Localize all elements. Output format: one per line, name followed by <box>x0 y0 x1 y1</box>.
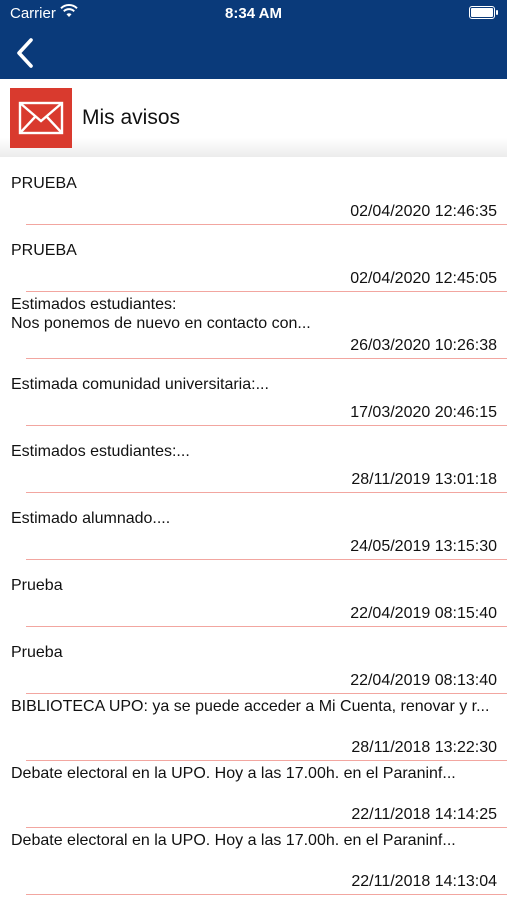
notice-text: Estimado alumnado.... <box>11 510 171 527</box>
battery-icon <box>469 6 498 19</box>
notice-date: 22/11/2018 14:13:04 <box>351 873 497 890</box>
notice-text: PRUEBA <box>11 242 77 259</box>
navigation-bar: Carrier 8:34 AM <box>0 0 507 79</box>
notice-text: Estimada comunidad universitaria:... <box>11 376 269 393</box>
notice-text: Estimados estudiantes:... <box>11 443 190 460</box>
notice-text: Prueba <box>11 577 63 594</box>
notice-list-item[interactable]: BIBLIOTECA UPO: ya se puede acceder a Mi… <box>0 693 507 761</box>
envelope-icon <box>10 88 72 148</box>
notice-date: 02/04/2020 12:46:35 <box>350 203 497 220</box>
notice-text: Debate electoral en la UPO. Hoy a las 17… <box>11 832 456 849</box>
notice-list-item[interactable]: Prueba 22/04/2019 08:13:40 <box>0 626 507 694</box>
row-separator <box>26 894 507 895</box>
notice-text: Prueba <box>11 644 63 661</box>
chevron-left-icon <box>17 38 33 68</box>
notice-list-item[interactable]: Debate electoral en la UPO. Hoy a las 17… <box>0 760 507 828</box>
notice-list-item[interactable]: Debate electoral en la UPO. Hoy a las 17… <box>0 827 507 895</box>
notice-date: 22/11/2018 14:14:25 <box>351 806 497 823</box>
notice-date: 17/03/2020 20:46:15 <box>350 404 497 421</box>
notice-text: Estimados estudiantes: Nos ponemos de nu… <box>11 296 311 332</box>
notice-date: 26/03/2020 10:26:38 <box>350 337 497 354</box>
notice-date: 02/04/2020 12:45:05 <box>350 270 497 287</box>
notice-text: Debate electoral en la UPO. Hoy a las 17… <box>11 765 456 782</box>
notice-date: 28/11/2018 13:22:30 <box>351 739 497 756</box>
page-title: Mis avisos <box>82 106 181 129</box>
notice-list-item[interactable]: Estimado alumnado.... 24/05/2019 13:15:30 <box>0 492 507 560</box>
notices-list: PRUEBA 02/04/2020 12:46:35 PRUEBA 02/04/202… <box>0 157 507 895</box>
notice-date: 24/05/2019 13:15:30 <box>350 538 497 555</box>
notice-text: PRUEBA <box>11 175 77 192</box>
notice-text: BIBLIOTECA UPO: ya se puede acceder a Mi… <box>11 698 490 715</box>
notice-list-item[interactable]: Prueba 22/04/2019 08:15:40 <box>0 559 507 627</box>
notice-list-item[interactable]: PRUEBA 02/04/2020 12:45:05 <box>0 224 507 292</box>
notice-list-item[interactable]: Estimados estudiantes: Nos ponemos de nu… <box>0 291 507 359</box>
notice-date: 22/04/2019 08:15:40 <box>350 605 497 622</box>
back-button[interactable] <box>12 36 40 70</box>
notice-list-item[interactable]: PRUEBA 02/04/2020 12:46:35 <box>0 157 507 225</box>
notice-list-item[interactable]: Estimados estudiantes:... 28/11/2019 13:0… <box>0 425 507 493</box>
status-time: 8:34 AM <box>225 5 282 22</box>
notice-list-item[interactable]: Estimada comunidad universitaria:... 17/0… <box>0 358 507 426</box>
notice-date: 28/11/2019 13:01:18 <box>351 471 497 488</box>
notice-date: 22/04/2019 08:13:40 <box>350 672 497 689</box>
page-header: Mis avisos <box>0 79 507 157</box>
status-bar: Carrier 8:34 AM <box>0 0 507 28</box>
